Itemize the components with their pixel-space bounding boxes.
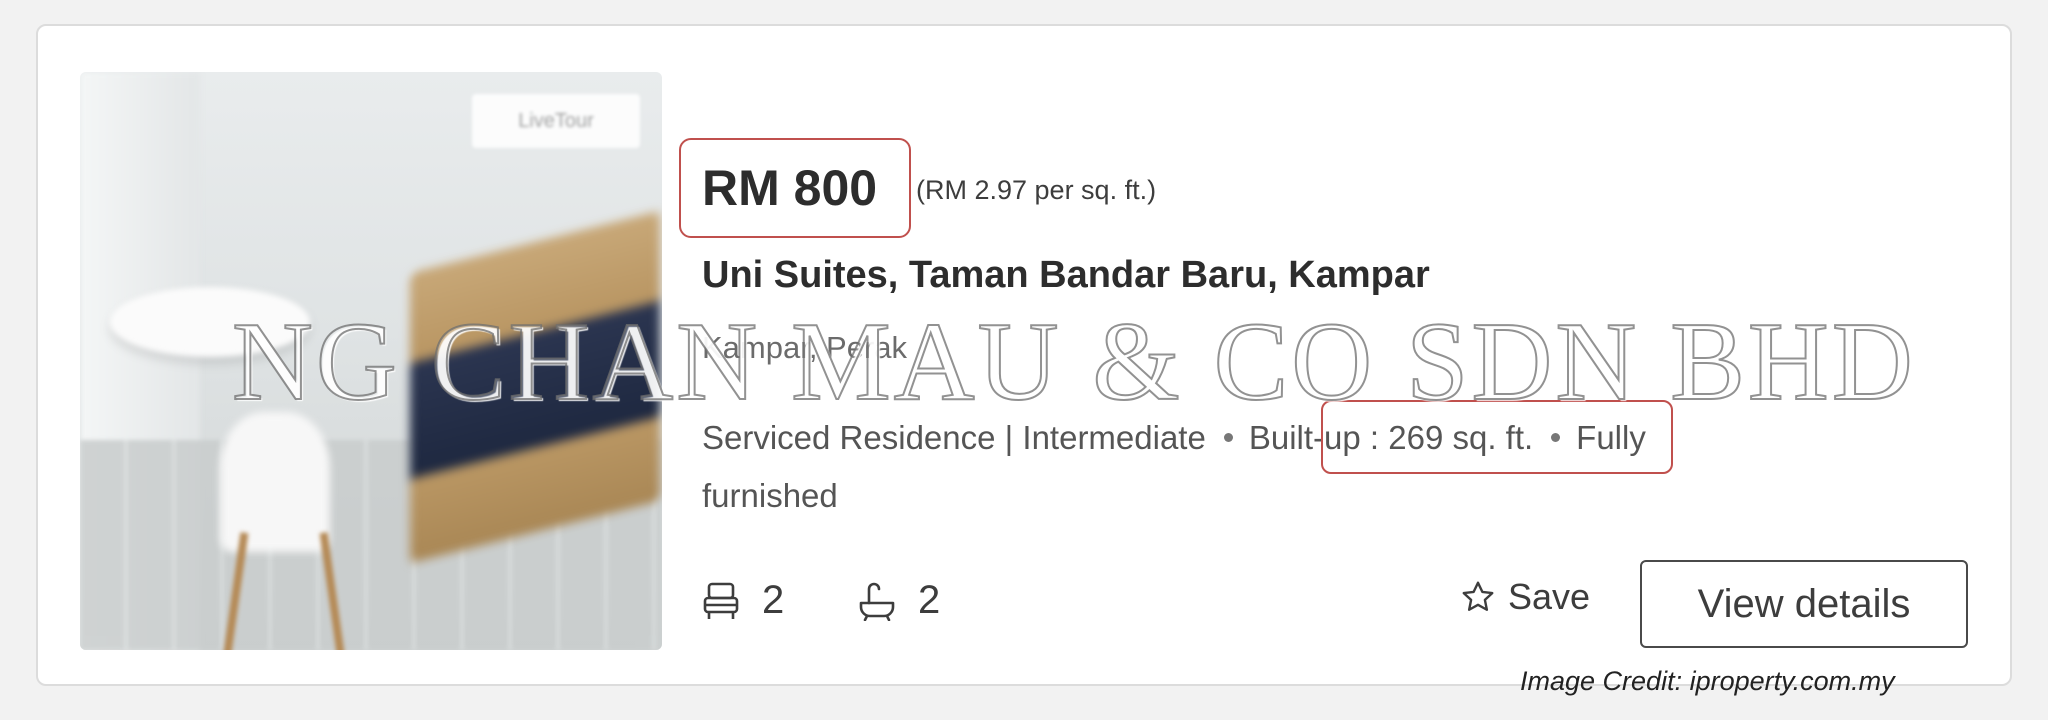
photo-chair — [220, 412, 330, 552]
price-per-sqft: (RM 2.97 per sq. ft.) — [916, 175, 1157, 205]
photo-table — [110, 287, 310, 357]
bedrooms-count: 2 — [762, 578, 785, 622]
listing-title[interactable]: Uni Suites, Taman Bandar Baru, Kampar — [702, 250, 1430, 300]
furnishing-status-continued: furnished — [702, 477, 838, 514]
save-label: Save — [1508, 576, 1591, 617]
listing-price: RM 800 — [702, 160, 878, 216]
bathtub-icon — [859, 582, 895, 621]
built-up-highlight — [1321, 400, 1673, 474]
bedrooms-feature: 2 — [702, 578, 784, 623]
star-icon — [1462, 581, 1494, 611]
listing-location: Kampar, Perak — [702, 330, 908, 365]
bed-icon — [703, 582, 739, 619]
property-type: Serviced Residence | Intermediate — [702, 419, 1206, 456]
listing-photo[interactable]: LiveTour — [80, 72, 662, 650]
image-credit: Image Credit: iproperty.com.my — [1520, 666, 1895, 696]
bullet-separator — [1223, 432, 1233, 442]
bathrooms-feature: 2 — [858, 578, 940, 623]
livetour-badge[interactable]: LiveTour — [472, 94, 640, 148]
view-details-button[interactable]: View details — [1640, 560, 1968, 648]
save-button[interactable]: Save — [1460, 576, 1590, 618]
bathrooms-count: 2 — [918, 578, 941, 622]
